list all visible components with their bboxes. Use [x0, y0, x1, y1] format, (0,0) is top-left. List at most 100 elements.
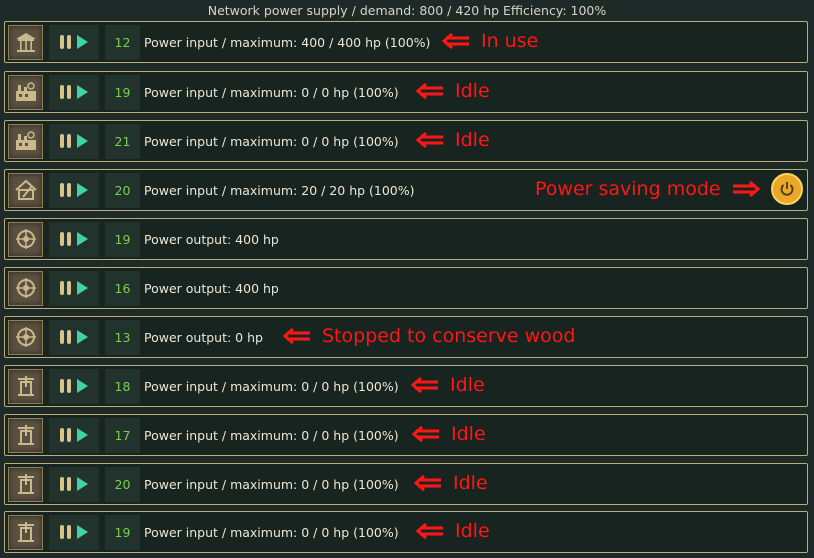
factory-icon[interactable]	[8, 74, 43, 110]
power-status-text: Power output: 400 hp	[144, 231, 279, 247]
building-row-power-plant[interactable]: 16 Power output: 400 hp	[4, 267, 808, 309]
pause-icon[interactable]	[60, 281, 71, 295]
building-row-carousel[interactable]: 12 Power input / maximum: 400 / 400 hp (…	[4, 21, 808, 63]
power-status-text: Power input / maximum: 0 / 0 hp (100%)	[144, 427, 399, 443]
annotation-arrow-icon	[415, 131, 443, 149]
building-row-water-pump[interactable]: 19 Power input / maximum: 0 / 0 hp (100%…	[4, 511, 808, 553]
pause-play-controls	[49, 221, 99, 257]
annotation-arrow-icon	[441, 32, 469, 50]
workshop-icon[interactable]	[8, 172, 43, 208]
pause-play-controls	[49, 417, 99, 453]
play-icon[interactable]	[77, 330, 88, 344]
power-status-text: Power input / maximum: 0 / 0 hp (100%)	[144, 133, 399, 149]
building-row-power-plant[interactable]: 13 Power output: 0 hp Stopped to conserv…	[4, 316, 808, 358]
pause-icon[interactable]	[60, 183, 71, 197]
play-icon[interactable]	[77, 232, 88, 246]
power-icon	[780, 182, 794, 196]
building-row-factory[interactable]: 19 Power input / maximum: 0 / 0 hp (100%…	[4, 71, 808, 113]
play-icon[interactable]	[77, 35, 88, 49]
annotation-label: Idle	[450, 374, 485, 396]
annotation-label: Idle	[453, 472, 488, 494]
annotation-note: Idle	[410, 374, 485, 396]
building-row-water-pump[interactable]: 18 Power input / maximum: 0 / 0 hp (100%…	[4, 365, 808, 407]
pause-icon[interactable]	[60, 379, 71, 393]
pause-icon[interactable]	[60, 134, 71, 148]
pause-icon[interactable]	[60, 477, 71, 491]
power-plant-icon[interactable]	[8, 270, 43, 306]
pause-play-controls	[49, 319, 99, 355]
annotation-arrow-icon	[413, 474, 441, 492]
worker-count: 13	[105, 319, 140, 355]
annotation-note: Idle	[415, 129, 490, 151]
worker-count: 18	[105, 368, 140, 404]
worker-count: 16	[105, 270, 140, 306]
power-status-text: Power input / maximum: 0 / 0 hp (100%)	[144, 476, 399, 492]
annotation-arrow-icon	[732, 180, 760, 198]
play-icon[interactable]	[77, 134, 88, 148]
power-status-text: Power input / maximum: 0 / 0 hp (100%)	[144, 524, 399, 540]
pause-icon[interactable]	[60, 330, 71, 344]
power-status-text: Power input / maximum: 20 / 20 hp (100%)	[144, 182, 415, 198]
water-pump-icon[interactable]	[8, 514, 43, 550]
annotation-note: Idle	[415, 80, 490, 102]
pause-play-controls	[49, 368, 99, 404]
factory-icon[interactable]	[8, 123, 43, 159]
worker-count: 19	[105, 74, 140, 110]
pause-icon[interactable]	[60, 232, 71, 246]
annotation-label: Idle	[455, 80, 490, 102]
pause-icon[interactable]	[60, 85, 71, 99]
power-plant-icon[interactable]	[8, 221, 43, 257]
play-icon[interactable]	[77, 183, 88, 197]
play-icon[interactable]	[77, 428, 88, 442]
building-row-water-pump[interactable]: 20 Power input / maximum: 0 / 0 hp (100%…	[4, 463, 808, 505]
worker-count: 21	[105, 123, 140, 159]
play-icon[interactable]	[77, 477, 88, 491]
power-status-text: Power output: 0 hp	[144, 329, 263, 345]
annotation-arrow-icon	[415, 82, 443, 100]
power-status-text: Power output: 400 hp	[144, 280, 279, 296]
worker-count: 12	[105, 24, 140, 60]
annotation-label: Idle	[455, 520, 490, 542]
pause-icon[interactable]	[60, 428, 71, 442]
building-row-water-pump[interactable]: 17 Power input / maximum: 0 / 0 hp (100%…	[4, 414, 808, 456]
water-pump-icon[interactable]	[8, 466, 43, 502]
building-row-workshop[interactable]: 20 Power input / maximum: 20 / 20 hp (10…	[4, 169, 808, 211]
annotation-note: Idle	[415, 520, 490, 542]
annotation-label: Idle	[451, 423, 486, 445]
worker-count: 20	[105, 172, 140, 208]
annotation-note: Idle	[411, 423, 486, 445]
pause-play-controls	[49, 514, 99, 550]
building-row-factory[interactable]: 21 Power input / maximum: 0 / 0 hp (100%…	[4, 120, 808, 162]
pause-play-controls	[49, 270, 99, 306]
power-plant-icon[interactable]	[8, 319, 43, 355]
water-pump-icon[interactable]	[8, 368, 43, 404]
pause-play-controls	[49, 172, 99, 208]
network-power-summary: Network power supply / demand: 800 / 420…	[207, 2, 607, 18]
pause-play-controls	[49, 123, 99, 159]
worker-count: 20	[105, 466, 140, 502]
annotation-note: Idle	[413, 472, 488, 494]
annotation-label: Stopped to conserve wood	[322, 325, 576, 347]
pause-icon[interactable]	[60, 525, 71, 539]
annotation-label: Power saving mode	[535, 178, 721, 200]
power-status-text: Power input / maximum: 0 / 0 hp (100%)	[144, 84, 399, 100]
water-pump-icon[interactable]	[8, 417, 43, 453]
worker-count: 19	[105, 221, 140, 257]
pause-icon[interactable]	[60, 35, 71, 49]
annotation-label: Idle	[455, 129, 490, 151]
power-status-text: Power input / maximum: 400 / 400 hp (100…	[144, 34, 431, 50]
play-icon[interactable]	[77, 281, 88, 295]
carousel-icon[interactable]	[8, 24, 43, 60]
annotation-label: In use	[481, 30, 539, 52]
play-icon[interactable]	[77, 525, 88, 539]
building-row-power-plant[interactable]: 19 Power output: 400 hp	[4, 218, 808, 260]
play-icon[interactable]	[77, 379, 88, 393]
annotation-note: Power saving mode	[535, 178, 761, 200]
annotation-arrow-icon	[415, 522, 443, 540]
worker-count: 19	[105, 514, 140, 550]
pause-play-controls	[49, 24, 99, 60]
play-icon[interactable]	[77, 85, 88, 99]
annotation-arrow-icon	[282, 327, 310, 345]
power-saving-toggle-button[interactable]	[771, 173, 803, 205]
power-status-text: Power input / maximum: 0 / 0 hp (100%)	[144, 378, 399, 394]
